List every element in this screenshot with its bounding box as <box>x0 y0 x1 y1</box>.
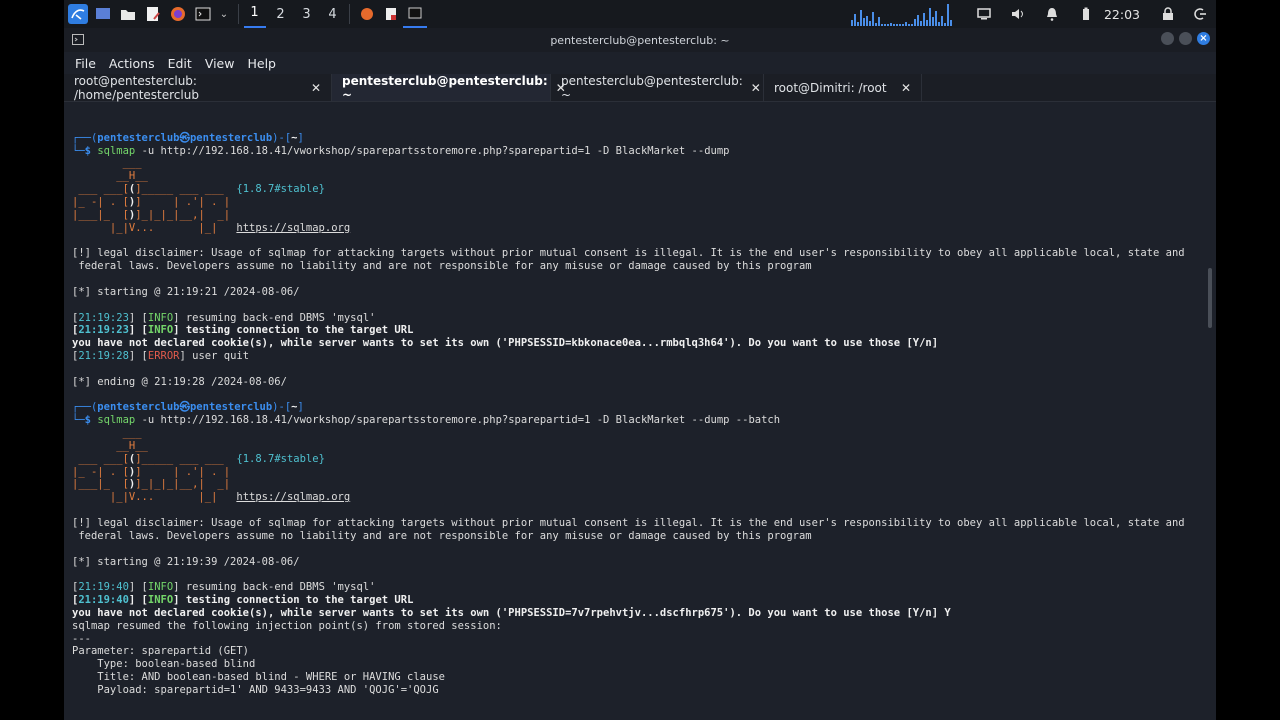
sqlmap-link[interactable]: https://sqlmap.org <box>236 222 350 234</box>
task-firefox[interactable] <box>355 0 379 28</box>
workspace-2[interactable]: 2 <box>270 7 292 22</box>
banner-line: ___ ___[(]_____ ___ ___ {1.8.7#stable} <box>72 452 325 465</box>
disclaimer-line: federal laws. Developers assume no liabi… <box>72 529 812 542</box>
terminal-output[interactable]: ┌──(pentesterclub㉿pentesterclub)-[~] └─$ … <box>64 102 1216 720</box>
starting-line: [*] starting @ 21:19:21 /2024-08-06/ <box>72 285 300 298</box>
tab-close-icon[interactable]: ✕ <box>751 81 761 95</box>
tab-root-home[interactable]: root@pentesterclub: /home/pentesterclub … <box>64 73 332 102</box>
firefox-icon[interactable] <box>168 4 188 24</box>
tab-pentesterclub-active[interactable]: pentesterclub@pentesterclub: ~ ✕ <box>332 73 566 102</box>
text-editor-icon[interactable] <box>143 4 163 24</box>
window-title: pentesterclub@pentesterclub: ~ <box>550 33 730 47</box>
workspace-3[interactable]: 3 <box>296 7 318 22</box>
tab-root-dimitri[interactable]: root@Dimitri: /root ✕ <box>764 74 922 101</box>
kali-menu-icon[interactable] <box>68 4 88 24</box>
battery-icon[interactable] <box>1076 4 1096 24</box>
banner-line: |_|V... |_| https://sqlmap.org <box>72 491 351 504</box>
banner-line: __H__ <box>72 170 148 183</box>
banner-line: ___ <box>72 157 142 170</box>
starting-line: [*] starting @ 21:19:39 /2024-08-06/ <box>72 555 300 568</box>
top-panel: ⌄ 1 2 3 4 22:03 <box>64 0 1216 28</box>
window-titlebar[interactable]: pentesterclub@pentesterclub: ~ × <box>64 28 1216 52</box>
menu-bar: File Actions Edit View Help <box>64 52 1216 74</box>
banner-line: __H__ <box>72 439 148 452</box>
disclaimer-line: [!] legal disclaimer: Usage of sqlmap fo… <box>72 247 1185 260</box>
tab-label: pentesterclub@pentesterclub: ~ <box>342 73 548 102</box>
menu-actions[interactable]: Actions <box>109 56 155 71</box>
menu-help[interactable]: Help <box>247 56 276 71</box>
logout-icon[interactable] <box>1190 4 1210 24</box>
sqlmap-link[interactable]: https://sqlmap.org <box>236 491 350 503</box>
banner-line: |___|_ [)]_|_|_|__,| _| <box>72 478 231 491</box>
log-line: [21:19:28] [ERROR] user quit <box>72 350 250 363</box>
tab-label: pentesterclub@pentesterclub: ~ <box>561 73 743 102</box>
tab-close-icon[interactable]: ✕ <box>901 81 911 95</box>
ending-line: [*] ending @ 21:19:28 /2024-08-06/ <box>72 375 287 388</box>
cookie-question: you have not declared cookie(s), while s… <box>72 337 939 350</box>
tab-pentesterclub[interactable]: pentesterclub@pentesterclub: ~ ✕ <box>551 73 764 102</box>
task-terminal[interactable] <box>402 0 427 28</box>
log-line: [21:19:40] [INFO] testing connection to … <box>72 594 414 607</box>
command-line: └─$ sqlmap -u http://192.168.18.41/vwork… <box>72 414 781 427</box>
clock[interactable]: 22:03 <box>1104 7 1140 22</box>
menu-file[interactable]: File <box>75 56 96 71</box>
resumed-line: sqlmap resumed the following injection p… <box>72 619 502 632</box>
tab-label: root@Dimitri: /root <box>774 80 887 95</box>
cookie-question: you have not declared cookie(s), while s… <box>72 606 951 619</box>
panel-separator <box>348 4 350 24</box>
workspace-1[interactable]: 1 <box>243 0 266 28</box>
task-editor[interactable] <box>379 0 403 28</box>
panel-separator <box>237 4 239 24</box>
minimize-button[interactable] <box>1161 32 1174 45</box>
chevron-down-icon[interactable]: ⌄ <box>218 4 230 24</box>
banner-line: |_|V... |_| https://sqlmap.org <box>72 221 351 234</box>
notification-bell-icon[interactable] <box>1042 4 1062 24</box>
banner-line: ___ <box>72 427 142 440</box>
log-line: [21:19:23] [INFO] testing connection to … <box>72 324 414 337</box>
show-desktop-icon[interactable] <box>93 4 113 24</box>
log-line: [21:19:40] [INFO] resuming back-end DBMS… <box>72 581 376 594</box>
log-line: [21:19:23] [INFO] resuming back-end DBMS… <box>72 311 376 324</box>
parameter-line: Parameter: sparepartid (GET) <box>72 645 250 658</box>
close-window-button[interactable]: × <box>1197 32 1210 45</box>
cpu-graph <box>850 2 953 26</box>
terminal-scrollbar[interactable] <box>1208 268 1212 328</box>
lock-icon[interactable] <box>1158 4 1178 24</box>
payload-line: Payload: sparepartid=1' AND 9433=9433 AN… <box>72 683 439 696</box>
workspace-4[interactable]: 4 <box>322 7 344 22</box>
disclaimer-line: [!] legal disclaimer: Usage of sqlmap fo… <box>72 517 1185 529</box>
display-icon[interactable] <box>974 4 994 24</box>
disclaimer-line: federal laws. Developers assume no liabi… <box>72 260 812 273</box>
prompt-line: ┌──(pentesterclub㉿pentesterclub)-[~] <box>72 401 304 414</box>
title-line: Title: AND boolean-based blind - WHERE o… <box>72 671 445 684</box>
command-line: └─$ sqlmap -u http://192.168.18.41/vwork… <box>72 144 730 157</box>
banner-line: |_ -| . [)] | .'| . | <box>72 465 231 478</box>
tab-bar: root@pentesterclub: /home/pentesterclub … <box>64 74 1216 102</box>
banner-line: |_ -| . [)] | .'| . | <box>72 195 231 208</box>
terminal-window: pentesterclub@pentesterclub: ~ × File Ac… <box>64 28 1216 720</box>
volume-icon[interactable] <box>1008 4 1028 24</box>
type-line: Type: boolean-based blind <box>72 658 256 671</box>
menu-view[interactable]: View <box>205 56 235 71</box>
menu-edit[interactable]: Edit <box>168 56 192 71</box>
tab-close-icon[interactable]: ✕ <box>311 81 321 95</box>
prompt-line: ┌──(pentesterclub㉿pentesterclub)-[~] <box>72 131 304 144</box>
maximize-button[interactable] <box>1179 32 1192 45</box>
banner-line: ___ ___[(]_____ ___ ___ {1.8.7#stable} <box>72 183 325 196</box>
file-manager-icon[interactable] <box>118 4 138 24</box>
separator-line: --- <box>72 632 91 645</box>
terminal-launcher-icon[interactable] <box>193 4 213 24</box>
tab-label: root@pentesterclub: /home/pentesterclub <box>74 73 199 102</box>
banner-line: |___|_ [)]_|_|_|__,| _| <box>72 208 231 221</box>
